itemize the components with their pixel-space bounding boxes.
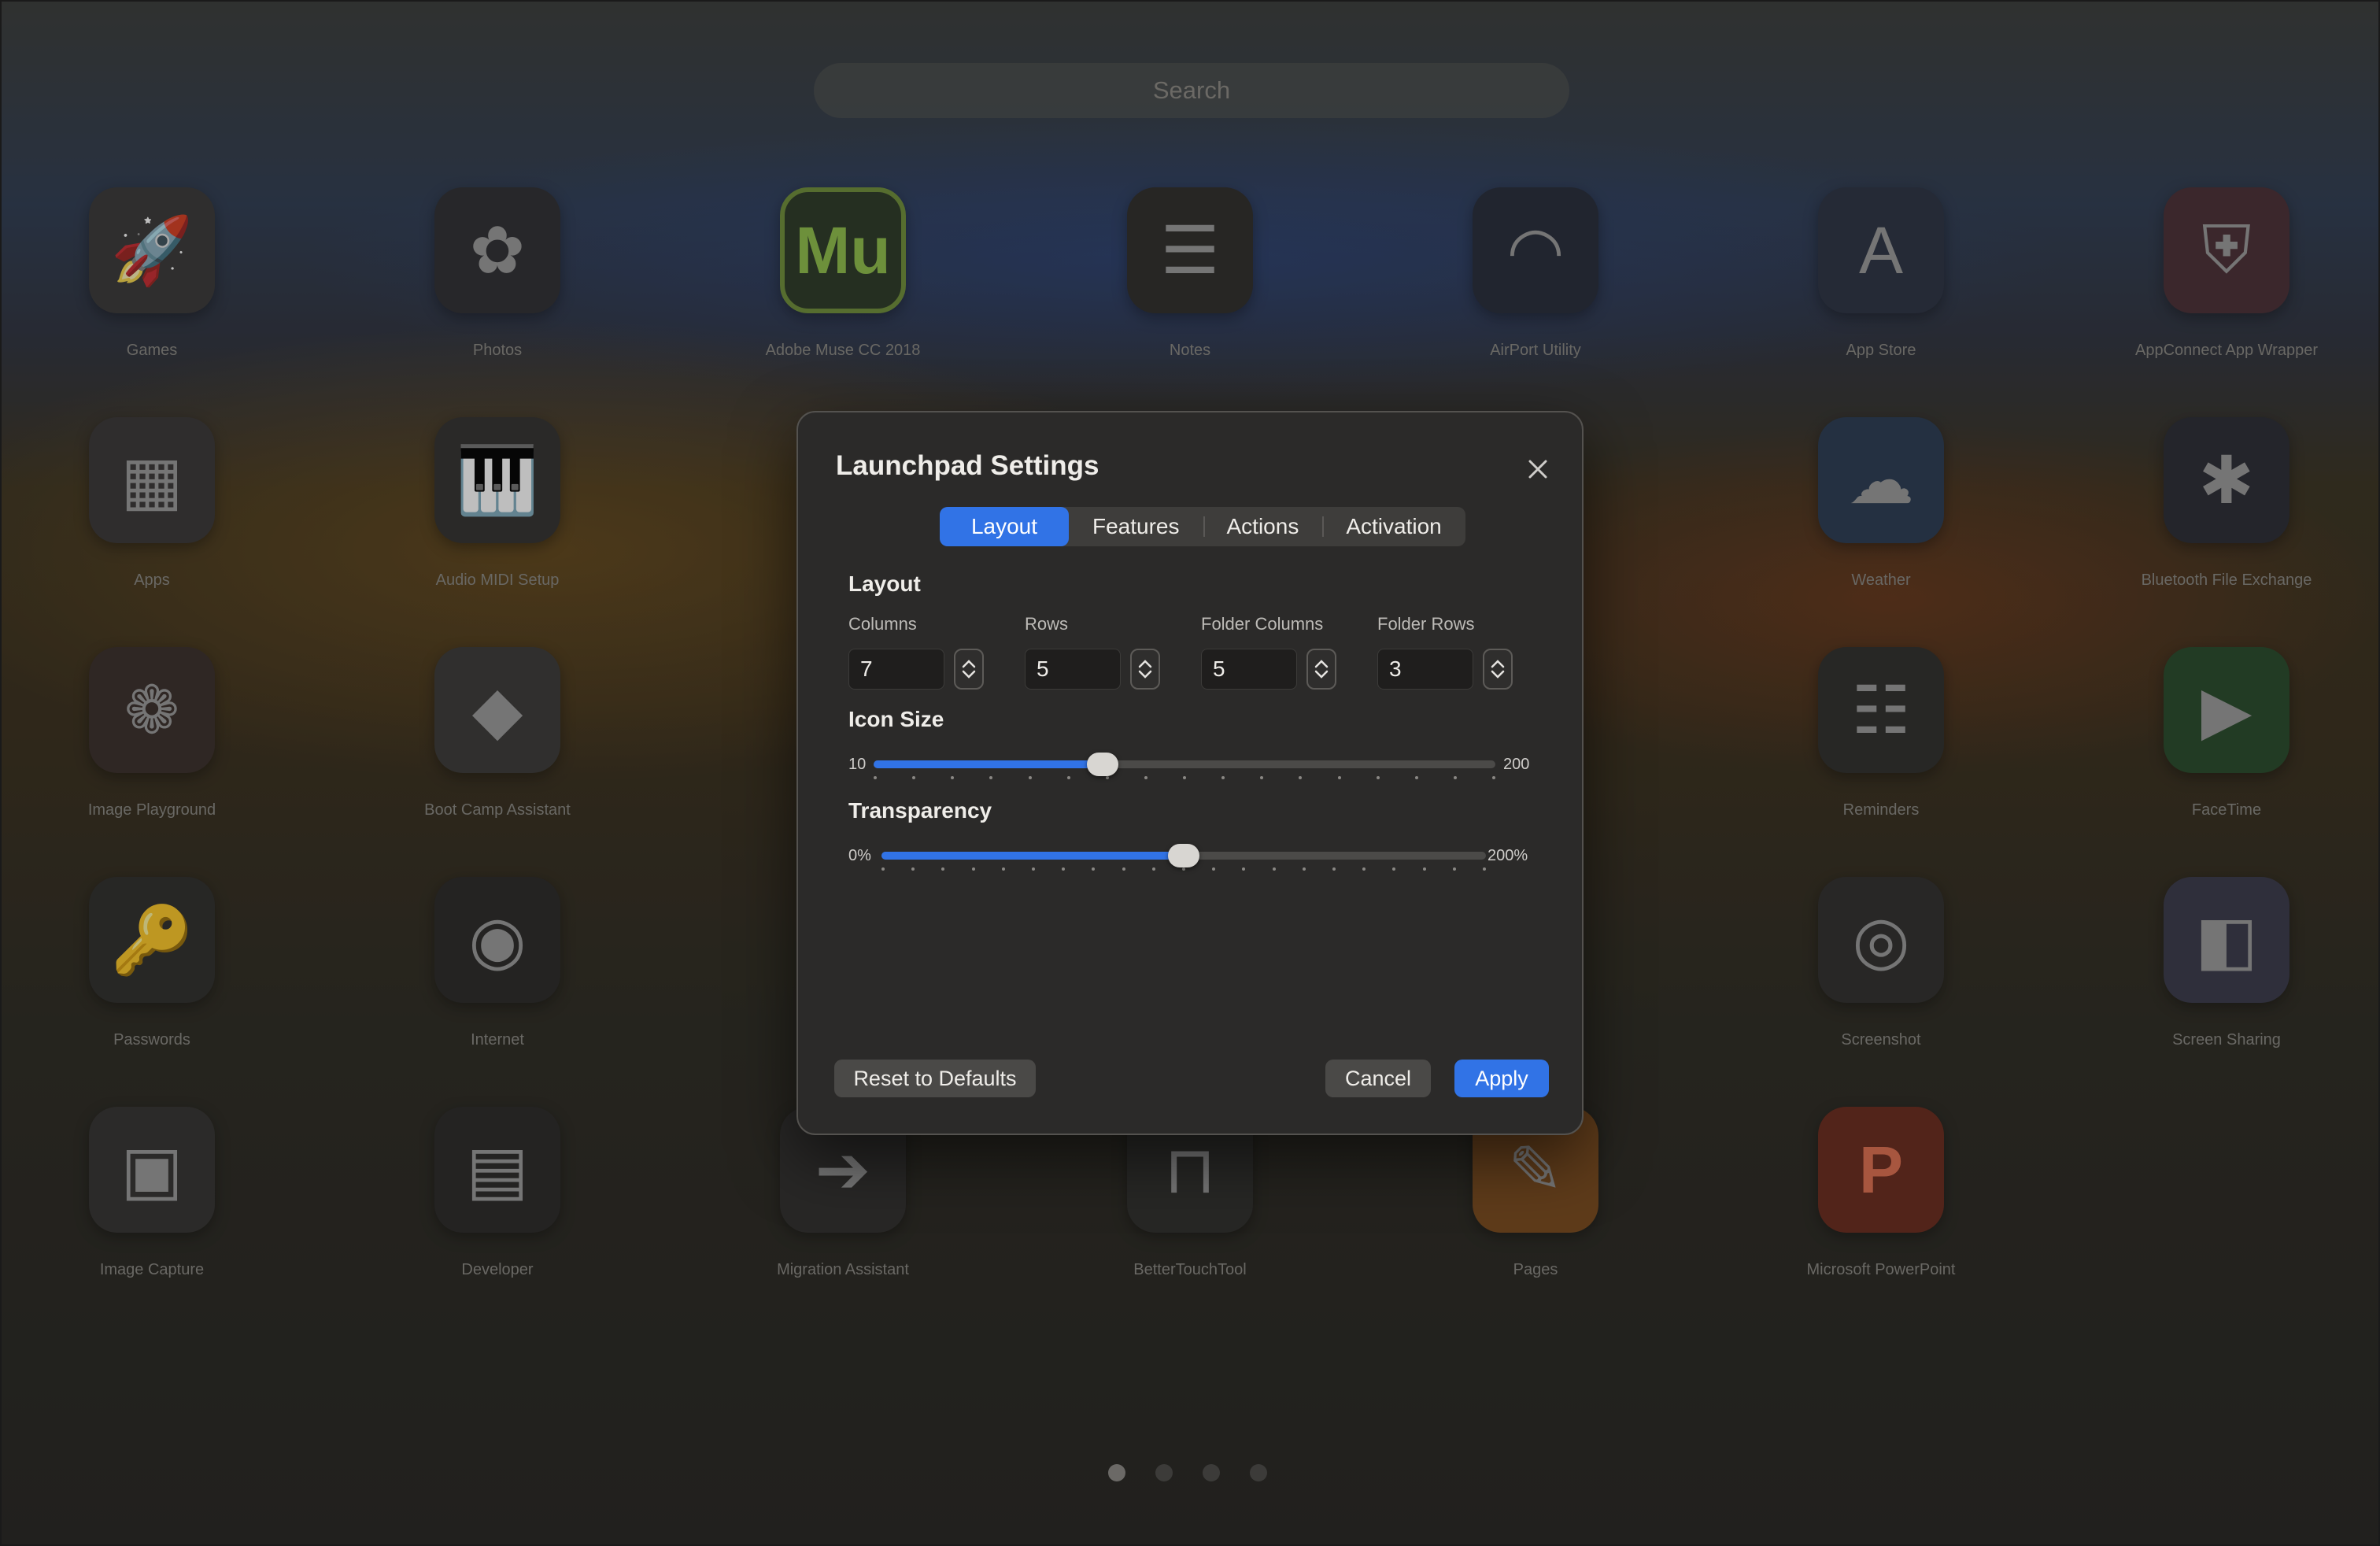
slider-tick xyxy=(971,867,975,871)
slider-tick xyxy=(1492,776,1495,779)
close-button[interactable] xyxy=(1519,450,1557,488)
rows-label: Rows xyxy=(1025,614,1069,634)
slider-tick xyxy=(1362,867,1366,871)
slider-tick xyxy=(912,776,916,779)
columns-stepper[interactable] xyxy=(954,649,984,690)
cancel-button[interactable]: Cancel xyxy=(1325,1060,1431,1097)
rows-stepper[interactable] xyxy=(1130,649,1160,690)
folder-rows-input[interactable]: 3 xyxy=(1377,649,1473,690)
slider-tick xyxy=(1032,867,1035,871)
slider-tick xyxy=(1062,867,1066,871)
transparency-min-label: 0% xyxy=(848,847,871,864)
icon-size-max-label: 200 xyxy=(1503,756,1530,773)
dialog-title: Launchpad Settings xyxy=(836,450,1099,481)
folder-rows-stepper[interactable] xyxy=(1483,649,1513,690)
tab-bar: Layout Features Actions Activation xyxy=(940,507,1465,546)
chevron-down-icon xyxy=(962,670,976,679)
slider-tick xyxy=(874,776,877,779)
slider-tick xyxy=(1483,867,1486,871)
slider-tick xyxy=(1182,867,1185,871)
close-icon xyxy=(1528,460,1547,479)
slider-tick xyxy=(1212,867,1216,871)
chevron-down-icon xyxy=(1138,670,1152,679)
slider-tick xyxy=(1092,867,1096,871)
chevron-down-icon xyxy=(1491,670,1505,679)
transparency-max-label: 200% xyxy=(1488,847,1528,864)
folder-columns-input[interactable]: 5 xyxy=(1201,649,1297,690)
slider-tick xyxy=(1221,776,1225,779)
transparency-label: Transparency xyxy=(848,798,992,823)
slider-tick xyxy=(1144,776,1148,779)
tab-layout[interactable]: Layout xyxy=(940,507,1069,546)
slider-tick xyxy=(1183,776,1186,779)
columns-input[interactable]: 7 xyxy=(848,649,944,690)
icon-size-slider[interactable] xyxy=(874,760,1495,768)
slider-tick xyxy=(911,867,915,871)
slider-tick xyxy=(1414,776,1418,779)
transparency-fill xyxy=(881,852,1184,860)
slider-tick xyxy=(881,867,885,871)
icon-size-fill xyxy=(874,760,1103,768)
folder-rows-label: Folder Rows xyxy=(1377,614,1475,634)
chevron-up-icon xyxy=(1138,660,1152,668)
tab-activation[interactable]: Activation xyxy=(1322,507,1465,546)
slider-tick xyxy=(1337,776,1341,779)
icon-size-label: Icon Size xyxy=(848,707,944,731)
slider-tick xyxy=(1105,776,1109,779)
slider-tick xyxy=(951,776,955,779)
slider-tick xyxy=(1151,867,1155,871)
slider-tick xyxy=(1302,867,1306,871)
slider-tick xyxy=(1422,867,1426,871)
slider-tick xyxy=(1299,776,1303,779)
slider-tick xyxy=(1392,867,1396,871)
icon-size-ticks xyxy=(874,776,1495,779)
slider-tick xyxy=(1272,867,1276,871)
folder-columns-stepper[interactable] xyxy=(1306,649,1336,690)
layout-section-title: Layout xyxy=(848,571,921,596)
slider-tick xyxy=(1001,867,1005,871)
transparency-knob[interactable] xyxy=(1168,844,1199,867)
slider-tick xyxy=(941,867,945,871)
chevron-up-icon xyxy=(1491,660,1505,668)
tab-actions[interactable]: Actions xyxy=(1203,507,1323,546)
tab-features[interactable]: Features xyxy=(1069,507,1203,546)
slider-tick xyxy=(1242,867,1246,871)
slider-tick xyxy=(1260,776,1264,779)
transparency-ticks xyxy=(881,867,1486,871)
slider-tick xyxy=(989,776,993,779)
slider-tick xyxy=(1453,776,1457,779)
chevron-up-icon xyxy=(1314,660,1329,668)
slider-tick xyxy=(1452,867,1456,871)
slider-tick xyxy=(1028,776,1032,779)
rows-input[interactable]: 5 xyxy=(1025,649,1121,690)
chevron-up-icon xyxy=(962,660,976,668)
reset-to-defaults-button[interactable]: Reset to Defaults xyxy=(834,1060,1036,1097)
launchpad-settings-dialog: Launchpad Settings Layout Features Actio… xyxy=(796,411,1584,1135)
slider-tick xyxy=(1376,776,1380,779)
folder-columns-label: Folder Columns xyxy=(1201,614,1324,634)
icon-size-knob[interactable] xyxy=(1087,753,1119,776)
slider-tick xyxy=(1066,776,1070,779)
slider-tick xyxy=(1332,867,1336,871)
chevron-down-icon xyxy=(1314,670,1329,679)
slider-tick xyxy=(1122,867,1125,871)
icon-size-min-label: 10 xyxy=(848,756,867,773)
columns-label: Columns xyxy=(848,614,917,634)
apply-button[interactable]: Apply xyxy=(1454,1060,1549,1097)
